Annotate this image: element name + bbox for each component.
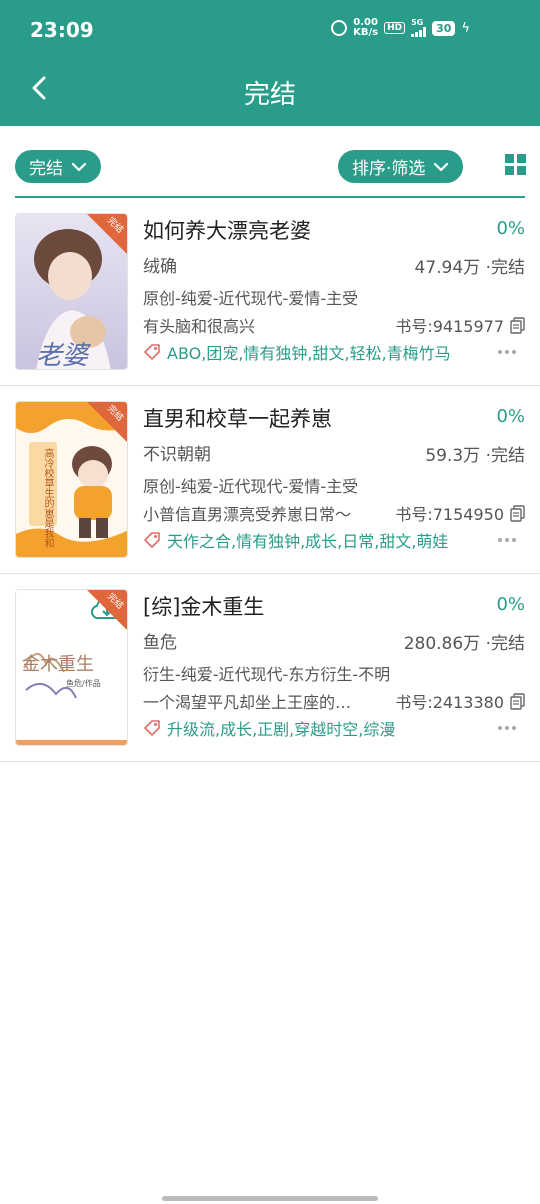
status-time: 23:09 <box>30 18 94 42</box>
copy-icon[interactable] <box>510 316 525 334</box>
more-options-icon[interactable] <box>498 538 518 544</box>
book-title: [综]金木重生 <box>143 595 265 619</box>
word-count-status: 59.3万 ·完结 <box>425 446 525 466</box>
net-speed: 0.00 KB/s <box>353 18 378 38</box>
alarm-icon <box>331 20 348 36</box>
book-id: 书号:2413380 <box>395 689 525 713</box>
book-tags: 天作之合,情有独钟,成长,日常,甜文,萌娃 <box>143 528 448 552</box>
book-cover[interactable]: 高冷校草生的崽是我和 完结 <box>15 401 128 558</box>
cover-title: 高冷校草生的崽是我和 <box>42 448 53 548</box>
book-intro: 小普信直男漂亮受养崽日常～ <box>143 505 352 524</box>
page-title: 完结 <box>243 80 296 110</box>
book-intro: 有头脑和很高兴 <box>143 317 256 336</box>
book-item[interactable]: 高冷校草生的崽是我和 完结 直男和校草一起养崽 0% 不识朝朝 59.3万 ·完… <box>0 386 540 574</box>
copy-icon[interactable] <box>510 692 525 710</box>
status-indicators: 0.00 KB/s HD 5G 30 ϟ <box>331 18 470 38</box>
read-progress: 0% <box>496 218 525 239</box>
book-id-text: 书号:9415977 <box>395 317 504 336</box>
status-filter-button[interactable]: 完结 <box>15 150 101 183</box>
word-count-status: 47.94万 ·完结 <box>414 258 525 278</box>
copy-icon[interactable] <box>510 504 525 522</box>
book-tags: 升级流,成长,正剧,穿越时空,综漫 <box>143 716 395 740</box>
status-bar: 23:09 0.00 KB/s HD 5G 30 ϟ <box>0 0 540 62</box>
book-categories: 原创-纯爱-近代现代-爱情-主受 <box>143 289 359 308</box>
book-cover[interactable]: 老婆 完结 <box>15 213 128 370</box>
tag-icon <box>144 532 160 548</box>
word-count-status: 280.86万 ·完结 <box>403 634 525 654</box>
book-categories: 原创-纯爱-近代现代-爱情-主受 <box>143 477 359 496</box>
signal-icon: 5G <box>411 18 427 37</box>
book-id: 书号:9415977 <box>395 313 525 337</box>
tag-icon <box>144 720 160 736</box>
book-item[interactable]: 金木重生 鱼危/作品 完结 [综]金木重生 0% 鱼危 280.86万 ·完结 … <box>0 574 540 762</box>
book-id-text: 书号:2413380 <box>395 693 504 712</box>
more-options-icon[interactable] <box>498 726 518 732</box>
net-speed-unit: KB/s <box>353 27 379 38</box>
book-title: 直男和校草一起养崽 <box>143 407 332 431</box>
read-progress: 0% <box>496 594 525 615</box>
cover-byline: 鱼危/作品 <box>66 679 101 688</box>
battery-icon: 30 <box>432 20 456 36</box>
tag-icon <box>144 344 160 360</box>
book-tags-text: 天作之合,情有独钟,成长,日常,甜文,萌娃 <box>167 532 449 551</box>
grid-view-icon[interactable] <box>505 154 526 175</box>
book-id-text: 书号:7154950 <box>395 505 504 524</box>
read-progress: 0% <box>496 406 525 427</box>
book-tags: ABO,团宠,情有独钟,甜文,轻松,青梅竹马 <box>143 340 451 364</box>
book-tags-text: 升级流,成长,正剧,穿越时空,综漫 <box>167 720 396 739</box>
book-id: 书号:7154950 <box>395 501 525 525</box>
book-author: 鱼危 <box>143 633 177 653</box>
chevron-down-icon <box>71 162 87 171</box>
book-author: 绒确 <box>143 257 177 277</box>
book-title: 如何养大漂亮老婆 <box>143 219 311 243</box>
charging-icon: ϟ <box>461 20 470 36</box>
book-tags-text: ABO,团宠,情有独钟,甜文,轻松,青梅竹马 <box>167 344 451 363</box>
app-header: 23:09 0.00 KB/s HD 5G 30 ϟ 完结 <box>0 0 540 126</box>
cover-title: 金木重生 <box>22 654 94 675</box>
signal-label: 5G <box>411 18 424 27</box>
book-intro: 一个渴望平凡却坐上王座的… <box>143 693 352 712</box>
more-options-icon[interactable] <box>498 350 518 356</box>
book-categories: 衍生-纯爱-近代现代-东方衍生-不明 <box>143 665 391 684</box>
book-cover[interactable]: 金木重生 鱼危/作品 完结 <box>15 589 128 746</box>
chevron-down-icon <box>434 162 449 171</box>
home-indicator[interactable] <box>162 1196 378 1201</box>
book-item[interactable]: 老婆 完结 如何养大漂亮老婆 0% 绒确 47.94万 ·完结 原创-纯爱-近代… <box>0 198 540 386</box>
hd-icon: HD <box>384 22 406 34</box>
sort-filter-button[interactable]: 排序·筛选 <box>338 150 464 183</box>
sort-filter-label: 排序·筛选 <box>352 159 426 179</box>
filter-bar: 完结 排序·筛选 <box>0 126 540 198</box>
svg-text:老婆: 老婆 <box>36 341 92 370</box>
book-author: 不识朝朝 <box>143 445 211 465</box>
status-filter-label: 完结 <box>29 159 63 179</box>
